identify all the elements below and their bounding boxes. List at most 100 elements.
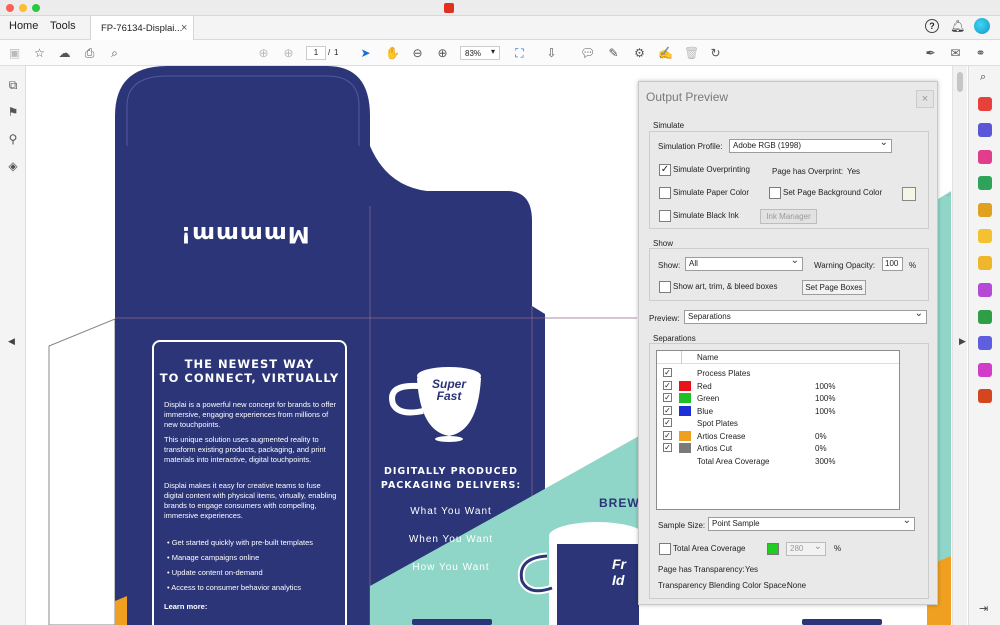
organize-pages-icon[interactable]: [978, 176, 992, 190]
plate-visibility-checkbox[interactable]: ✓: [663, 443, 672, 452]
previous-page-icon[interactable]: ⊕: [256, 46, 271, 60]
avatar[interactable]: [974, 18, 990, 34]
zoom-select[interactable]: 83% ▾: [460, 46, 500, 60]
sample-size-select[interactable]: Point Sample: [708, 515, 915, 531]
page-number-input[interactable]: 1: [306, 46, 326, 60]
more-tools-icon[interactable]: [978, 389, 992, 403]
simulation-profile-select[interactable]: Adobe RGB (1998): [729, 137, 892, 153]
tac-value-select[interactable]: 280 ⌄: [786, 541, 826, 556]
ink-manager-button[interactable]: Ink Manager: [760, 209, 817, 224]
print-icon[interactable]: ⎙: [82, 46, 97, 60]
table-row[interactable]: ✓ Artios Crease 0%: [657, 430, 899, 442]
plate-visibility-checkbox[interactable]: ✓: [663, 430, 672, 440]
minimize-window-icon[interactable]: [19, 4, 27, 12]
page-background-color-swatch[interactable]: [902, 187, 916, 201]
separations-table: Name ✓ Process Plates ✓ Red 100% ✓ Green 100% ✓ B…: [656, 350, 900, 510]
select-cursor-icon[interactable]: ➤: [358, 46, 373, 60]
tac-color-swatch[interactable]: [767, 543, 779, 555]
table-row[interactable]: ✓ Artios Cut 0%: [657, 442, 899, 454]
help-icon[interactable]: ?: [925, 19, 939, 33]
scrollbar-thumb[interactable]: [957, 72, 963, 92]
total-area-coverage-checkbox[interactable]: [659, 543, 671, 555]
window-title-bar: [0, 0, 1000, 16]
request-signature-icon[interactable]: [978, 229, 992, 243]
fill-and-sign-icon[interactable]: [978, 256, 992, 270]
next-page-icon[interactable]: ⊕: [281, 46, 296, 60]
table-row[interactable]: ✓ Process Plates: [657, 367, 899, 379]
simulate-black-ink-checkbox[interactable]: [659, 210, 671, 222]
fill-sign-icon[interactable]: ✍: [658, 46, 673, 60]
attachments-icon[interactable]: ⚲: [6, 132, 20, 146]
zoom-in-icon[interactable]: ⊕: [435, 46, 450, 60]
search-icon[interactable]: ⌕: [107, 46, 122, 60]
save-icon[interactable]: ▣: [7, 46, 22, 60]
table-row[interactable]: ✓ Green 100%: [657, 392, 899, 404]
comment-icon[interactable]: 💬︎: [580, 46, 595, 60]
fit-page-icon[interactable]: ⛶: [512, 46, 527, 60]
export-pdf-icon[interactable]: [978, 97, 992, 111]
plate-coverage: 300%: [815, 456, 836, 466]
close-tab-icon[interactable]: ×: [181, 22, 187, 34]
preview-select[interactable]: Separations: [684, 308, 927, 324]
delete-icon[interactable]: 🗑︎: [684, 46, 699, 60]
slogan-line-3: How You Want: [412, 562, 490, 573]
simulate-overprinting-checkbox[interactable]: ✓: [659, 164, 671, 176]
notification-bell-icon[interactable]: 🔔︎: [950, 19, 965, 33]
bookmarks-icon[interactable]: ⚑: [6, 105, 20, 119]
simulate-paper-color-checkbox[interactable]: [659, 187, 671, 199]
warning-opacity-input[interactable]: 100: [882, 257, 903, 271]
tab-tools[interactable]: Tools: [50, 20, 76, 32]
show-art-trim-bleed-checkbox[interactable]: [659, 281, 671, 293]
tab-home[interactable]: Home: [9, 20, 38, 32]
layers-icon[interactable]: ◈: [6, 159, 20, 173]
comment-tool-icon[interactable]: [978, 203, 992, 217]
scroll-mode-icon[interactable]: ⇩: [544, 46, 559, 60]
table-row[interactable]: Total Area Coverage 300%: [657, 455, 899, 467]
highlight-pen-icon[interactable]: ✎: [606, 46, 621, 60]
create-pdf-icon[interactable]: [978, 123, 992, 137]
bookmark-star-icon[interactable]: ☆: [32, 46, 47, 60]
show-label: Show:: [658, 261, 681, 270]
print-production-icon[interactable]: [978, 310, 992, 324]
page-has-overprint-label: Page has Overprint:: [772, 167, 844, 176]
close-window-icon[interactable]: [6, 4, 14, 12]
plate-color-swatch: [679, 430, 691, 441]
prepare-form-icon[interactable]: [978, 363, 992, 377]
upload-cloud-icon[interactable]: ☁: [57, 46, 72, 60]
plate-visibility-checkbox[interactable]: ✓: [663, 393, 672, 402]
scan-ocr-icon[interactable]: [978, 283, 992, 297]
show-select[interactable]: All: [685, 255, 803, 271]
stamp-icon[interactable]: ⚙: [632, 46, 647, 60]
table-row[interactable]: ✓ Red 100%: [657, 380, 899, 392]
hand-tool-icon[interactable]: ✋: [385, 46, 400, 60]
share-link-icon[interactable]: ⚭: [973, 46, 988, 60]
close-dialog-icon[interactable]: ×: [916, 90, 934, 108]
plate-visibility-checkbox[interactable]: ✓: [663, 418, 672, 427]
table-row[interactable]: ✓ Blue 100%: [657, 405, 899, 417]
zoom-tools-icon[interactable]: ⌕: [980, 71, 986, 84]
collapse-right-panel-icon[interactable]: ▶: [959, 336, 966, 347]
protect-icon[interactable]: [978, 336, 992, 350]
tab-document[interactable]: FP-76134-Displai... ×: [90, 16, 194, 40]
sign-icon[interactable]: ✒: [923, 46, 938, 60]
edit-pdf-icon[interactable]: [978, 150, 992, 164]
table-row[interactable]: ✓ Spot Plates: [657, 417, 899, 429]
set-page-background-color-checkbox[interactable]: [769, 187, 781, 199]
email-icon[interactable]: ✉: [948, 46, 963, 60]
side-brew-text: BREW: [599, 496, 640, 510]
plate-coverage: 100%: [815, 394, 836, 403]
panel-heading: THE NEWEST WAY TO CONNECT, VIRTUALLY: [159, 357, 340, 385]
lid-text: Mmmmm!: [180, 221, 310, 246]
zoom-window-icon[interactable]: [32, 4, 40, 12]
show-art-trim-bleed-label: Show art, trim, & bleed boxes: [673, 282, 778, 291]
set-page-boxes-button[interactable]: Set Page Boxes: [802, 280, 866, 295]
column-header-name: Name: [697, 353, 719, 362]
zoom-out-icon[interactable]: ⊖: [410, 46, 425, 60]
page-thumbnails-icon[interactable]: ⧉: [6, 78, 20, 92]
plate-visibility-checkbox[interactable]: ✓: [663, 380, 672, 390]
expand-left-panel-icon[interactable]: ◀: [8, 336, 15, 347]
expand-panel-icon[interactable]: ⇥: [979, 602, 988, 615]
rotate-icon[interactable]: ↻: [708, 46, 723, 60]
plate-visibility-checkbox[interactable]: ✓: [663, 368, 672, 377]
plate-visibility-checkbox[interactable]: ✓: [663, 405, 672, 415]
